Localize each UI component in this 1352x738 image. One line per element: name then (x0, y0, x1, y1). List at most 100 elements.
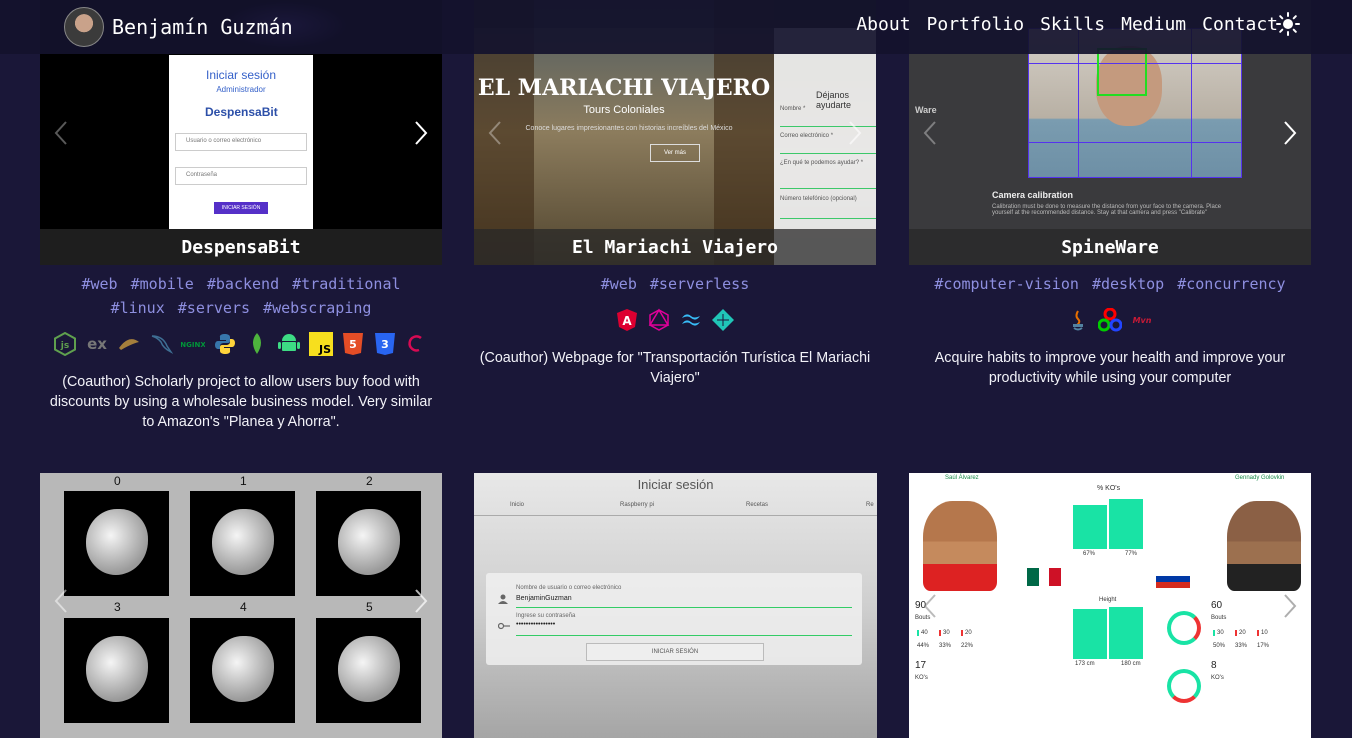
screenshot-form-line (516, 607, 852, 608)
project-title: El Mariachi Viajero (474, 229, 876, 265)
tech-icons: js ex NGINX JS 5 3 (40, 332, 442, 358)
image-label: 0 (114, 474, 121, 488)
screenshot-tab: Raspberry pi (620, 502, 655, 508)
kos-label: KO's (1211, 675, 1224, 681)
record-value: 20 (961, 630, 972, 636)
height-left-value: 173 cm (1075, 661, 1095, 667)
chevron-right-icon[interactable] (410, 118, 432, 148)
screenshot-form-label: Número telefónico (opcional) (780, 196, 857, 202)
ring-chart (1167, 611, 1201, 645)
tag[interactable]: #serverless (650, 275, 749, 293)
mongoose-icon (119, 339, 139, 350)
project-card-spineware: Ware Camera calibration Calibration must… (909, 0, 1311, 388)
tag[interactable]: #desktop (1092, 275, 1164, 293)
tag[interactable]: #concurrency (1177, 275, 1285, 293)
tag[interactable]: #mobile (131, 275, 194, 293)
nav-link-skills[interactable]: Skills (1040, 14, 1105, 35)
sun-icon[interactable] (1276, 12, 1300, 36)
tailwind-icon (682, 314, 700, 326)
chevron-right-icon[interactable] (410, 586, 432, 616)
screenshot-tab: Recetas (746, 502, 769, 508)
html5-icon: 5 (343, 333, 363, 355)
chevron-left-icon[interactable] (484, 118, 506, 148)
project-card: Saúl Álvarez Gennady Golovkin % KO's 67%… (909, 473, 1311, 738)
graphql-icon (648, 308, 670, 331)
tag[interactable]: #linux (111, 299, 165, 317)
image-blob (338, 636, 400, 702)
screenshot-user-label: Nombre de usuario o correo electrónico (516, 585, 622, 591)
chevron-left-icon[interactable] (50, 586, 72, 616)
image-label: 4 (240, 600, 247, 614)
svg-text:Mvn: Mvn (1133, 316, 1152, 325)
screenshot-password-field: Contraseña (175, 167, 307, 185)
record-value: 40 (917, 630, 928, 636)
tag[interactable]: #web (601, 275, 637, 293)
java-icon (1073, 310, 1083, 331)
python-icon (215, 334, 235, 354)
tag[interactable]: #computer-vision (934, 275, 1079, 293)
project-card-el-mariachi-viajero: EL MARIACHI VIAJERO Tours Coloniales Con… (474, 0, 876, 388)
image-label: 2 (366, 474, 373, 488)
svg-text:ex: ex (87, 335, 107, 353)
tag[interactable]: #traditional (292, 275, 400, 293)
record-pct: 33% (1235, 643, 1248, 649)
screenshot-text: Calibration must be done to measure the … (992, 204, 1222, 216)
record-value: 20 (1235, 630, 1246, 636)
tag[interactable]: #web (81, 275, 117, 293)
record-pct: 44% (917, 643, 930, 649)
image-cell (190, 491, 295, 596)
svg-text:JS: JS (318, 343, 331, 356)
image-label: 3 (114, 600, 121, 614)
nodejs-icon: js (54, 332, 76, 356)
brand-link[interactable]: Benjamín Guzmán (64, 7, 293, 47)
project-card: 0 1 2 3 4 5 (40, 473, 442, 738)
image-blob (212, 509, 274, 575)
nav-link-medium[interactable]: Medium (1121, 14, 1186, 35)
chevron-left-icon[interactable] (50, 118, 72, 148)
image-label: 1 (240, 474, 247, 488)
fighter-name: Gennady Golovkin (1235, 475, 1285, 481)
screenshot-user-value: BenjaminGuzman (516, 595, 572, 602)
screenshot-login-button: INICIAR SESIÓN (214, 202, 268, 214)
debian-icon (408, 335, 422, 352)
screenshot-login-form: Nombre de usuario o correo electrónico B… (486, 573, 862, 665)
ko-bar-left (1073, 505, 1107, 549)
tag[interactable]: #servers (178, 299, 250, 317)
fighter-photo (923, 501, 997, 591)
android-icon (278, 334, 300, 351)
chevron-right-icon[interactable] (844, 118, 866, 148)
nav-link-contact[interactable]: Contact (1202, 14, 1278, 35)
chevron-left-icon[interactable] (919, 118, 941, 148)
ko-right-value: 77% (1125, 551, 1138, 557)
chevron-right-icon[interactable] (1279, 591, 1301, 621)
russia-flag-icon (1156, 570, 1190, 588)
tech-icons: Mvn (909, 308, 1311, 334)
nav-link-about[interactable]: About (856, 14, 910, 35)
chevron-left-icon[interactable] (919, 591, 941, 621)
project-card: Iniciar sesión Inicio Raspberry pi Recet… (474, 473, 877, 738)
image-blob (86, 509, 148, 575)
image-blob (212, 636, 274, 702)
screenshot-password-value: •••••••••••••••• (516, 621, 556, 628)
image-cell (316, 491, 421, 596)
tag[interactable]: #webscraping (263, 299, 371, 317)
screenshot-logo: DespensaBit (205, 105, 278, 119)
bouts-right: 60 (1211, 600, 1223, 611)
chevron-right-icon[interactable] (1279, 118, 1301, 148)
record-pct: 22% (961, 643, 974, 649)
project-carousel: Iniciar sesión Inicio Raspberry pi Recet… (474, 473, 877, 738)
screenshot-login-panel: Iniciar sesión Administrador DespensaBit… (169, 55, 313, 229)
nav-link-portfolio[interactable]: Portfolio (927, 14, 1025, 35)
project-tags: #web #mobile #backend #traditional #linu… (40, 272, 442, 320)
navbar: Benjamín Guzmán About Portfolio Skills M… (0, 0, 1352, 54)
project-title: DespensaBit (40, 229, 442, 265)
user-icon (498, 594, 508, 604)
height-bar-right (1109, 607, 1143, 659)
image-cell (64, 491, 169, 596)
record-value: 10 (1257, 630, 1268, 636)
project-description: Acquire habits to improve your health an… (934, 350, 1286, 386)
tag[interactable]: #backend (207, 275, 279, 293)
nav-links: About Portfolio Skills Medium Contact (856, 14, 1278, 35)
screenshot-password-label: Ingrese su contraseña (516, 613, 576, 619)
screenshot-form-title: Déjanos ayudarte (816, 90, 852, 110)
